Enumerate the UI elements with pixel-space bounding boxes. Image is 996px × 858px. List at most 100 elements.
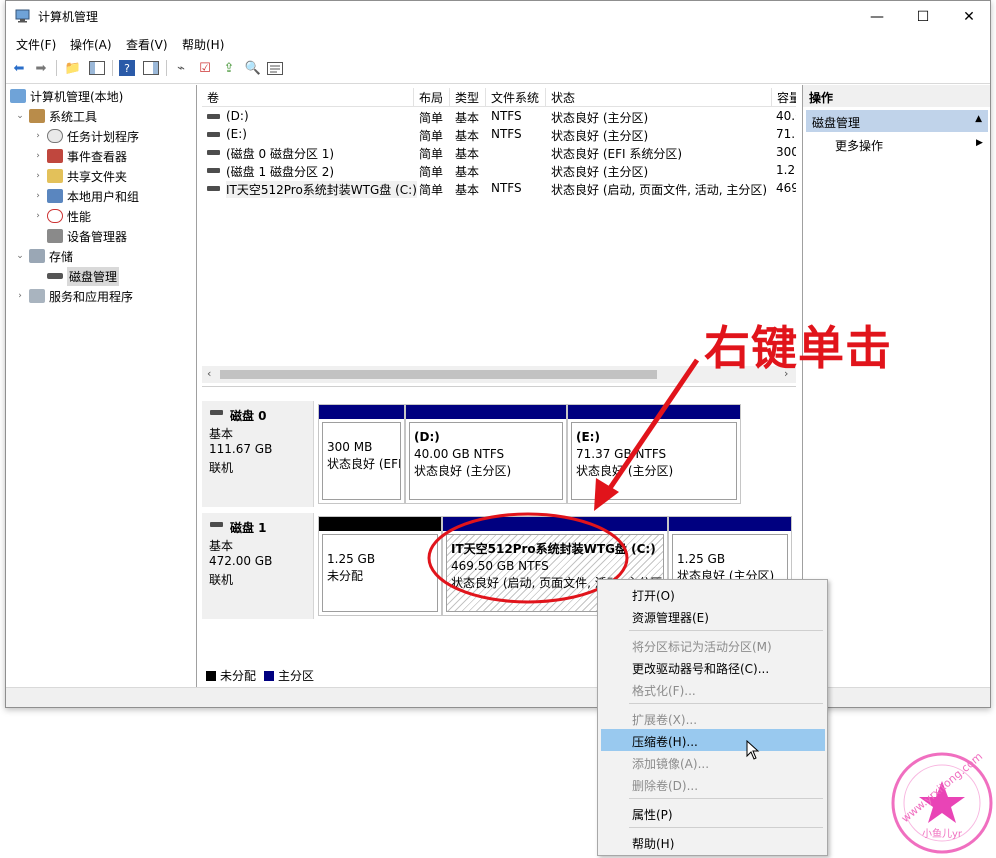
actions-section-disk-management[interactable]: 磁盘管理 ▲ bbox=[806, 110, 988, 132]
search-folder-icon[interactable]: 🔍 bbox=[244, 59, 262, 77]
ctx-add-mirror[interactable]: 添加镜像(A)... bbox=[601, 751, 825, 773]
ctx-extend-volume[interactable]: 扩展卷(X)... bbox=[601, 707, 825, 729]
status-bar bbox=[6, 687, 990, 707]
connect-drive-icon[interactable]: ⌁ bbox=[172, 59, 190, 77]
menu-view[interactable]: 查看(V) bbox=[126, 36, 168, 53]
ctx-format[interactable]: 格式化(F)... bbox=[601, 678, 825, 700]
menu-help[interactable]: 帮助(H) bbox=[182, 36, 224, 53]
partition-e[interactable]: (E:) 71.37 GB NTFS 状态良好 (主分区) bbox=[567, 404, 741, 504]
tree-item-event-viewer[interactable]: › 事件查看器 bbox=[32, 146, 127, 166]
check-icon[interactable]: ☑ bbox=[196, 59, 214, 77]
users-icon bbox=[47, 189, 63, 203]
column-header-layout[interactable]: 布局 bbox=[414, 88, 450, 107]
expand-chevron-icon[interactable]: › bbox=[32, 191, 44, 201]
legend-swatch-primary bbox=[264, 670, 275, 681]
properties-icon[interactable] bbox=[266, 59, 284, 77]
tree-item-task-scheduler[interactable]: › 任务计划程序 bbox=[32, 126, 139, 146]
expand-chevron-icon[interactable]: › bbox=[32, 131, 44, 141]
table-row[interactable]: IT天空512Pro系统封装WTG盘 (C:) 简单 基本 NTFS 状态良好 … bbox=[202, 180, 796, 198]
ctx-mark-active[interactable]: 将分区标记为活动分区(M) bbox=[601, 634, 825, 656]
actions-title: 操作 bbox=[803, 85, 990, 107]
legend-swatch-unallocated bbox=[206, 670, 216, 681]
ctx-delete-volume[interactable]: 删除卷(D)... bbox=[601, 773, 825, 795]
tree-item-shared-folders[interactable]: › 共享文件夹 bbox=[32, 166, 127, 186]
table-row[interactable]: (E:) 简单 基本 NTFS 状态良好 (主分区) 71.3 bbox=[202, 126, 796, 144]
forward-arrow-icon[interactable]: ➡ bbox=[32, 59, 50, 77]
navigation-tree: 计算机管理(本地) ⌄ 系统工具 › 任务计划程序 › 事件查看器 › 共享文件夹 › 本… bbox=[6, 85, 197, 687]
tree-item-device-manager[interactable]: 设备管理器 bbox=[44, 226, 127, 246]
show-hide-tree-icon[interactable] bbox=[88, 59, 106, 77]
menu-bar: 文件(F) 操作(A) 查看(V) 帮助(H) bbox=[6, 32, 990, 54]
show-hide-action-pane-icon[interactable] bbox=[142, 59, 160, 77]
partition-d[interactable]: (D:) 40.00 GB NTFS 状态良好 (主分区) bbox=[405, 404, 567, 504]
tree-item-services-apps[interactable]: › 服务和应用程序 bbox=[14, 286, 133, 306]
tree-item-system-tools[interactable]: ⌄ 系统工具 bbox=[14, 106, 97, 126]
ctx-shrink-volume[interactable]: 压缩卷(H)... bbox=[601, 729, 825, 751]
ctx-help[interactable]: 帮助(H) bbox=[601, 831, 825, 853]
partition-legend: 未分配 主分区 bbox=[206, 667, 314, 684]
storage-icon bbox=[29, 249, 45, 263]
ctx-open[interactable]: 打开(O) bbox=[601, 583, 825, 605]
drive-icon bbox=[207, 132, 220, 137]
menu-file[interactable]: 文件(F) bbox=[16, 36, 56, 53]
column-header-volume[interactable]: 卷 bbox=[202, 88, 414, 107]
drive-icon bbox=[207, 168, 220, 173]
table-row[interactable]: (D:) 简单 基本 NTFS 状态良好 (主分区) 40.0 bbox=[202, 108, 796, 126]
disk-1-label[interactable]: 磁盘 1 基本 472.00 GB 联机 bbox=[202, 513, 314, 619]
context-menu: 打开(O) 资源管理器(E) 将分区标记为活动分区(M) 更改驱动器号和路径(C… bbox=[597, 579, 828, 856]
up-folder-icon[interactable]: 📁 bbox=[64, 59, 82, 77]
expand-chevron-icon[interactable]: › bbox=[32, 171, 44, 181]
close-button[interactable]: ✕ bbox=[946, 1, 992, 32]
expand-chevron-icon[interactable]: › bbox=[14, 291, 26, 301]
drive-icon bbox=[207, 114, 220, 119]
actions-pane: 操作 磁盘管理 ▲ 更多操作 ▶ bbox=[802, 85, 990, 687]
toolbar: ⬅ ➡ 📁 ? ⌁ ☑ ⇪ 🔍 bbox=[6, 54, 990, 84]
mouse-cursor-icon bbox=[746, 740, 760, 760]
tree-item-storage[interactable]: ⌄ 存储 bbox=[14, 246, 73, 266]
collapse-up-icon[interactable]: ▲ bbox=[975, 114, 982, 124]
expand-chevron-icon[interactable]: › bbox=[32, 151, 44, 161]
disk-icon bbox=[210, 522, 223, 527]
performance-icon bbox=[47, 209, 63, 223]
maximize-button[interactable]: ☐ bbox=[900, 1, 946, 32]
disk-0-partitions: 300 MB 状态良好 (EFI (D:) 40.00 GB NTFS 状态良好… bbox=[318, 404, 794, 504]
table-row[interactable]: (磁盘 1 磁盘分区 2) 简单 基本 状态良好 (主分区) 1.25 bbox=[202, 162, 796, 180]
scrollbar-thumb[interactable] bbox=[220, 370, 657, 379]
ctx-change-drive-letter[interactable]: 更改驱动器号和路径(C)... bbox=[601, 656, 825, 678]
back-arrow-icon[interactable]: ⬅ bbox=[10, 59, 28, 77]
device-manager-icon bbox=[47, 229, 63, 243]
column-header-filesystem[interactable]: 文件系统 bbox=[486, 88, 546, 107]
scroll-left-icon[interactable]: ‹ bbox=[207, 367, 211, 380]
help-icon[interactable]: ? bbox=[118, 59, 136, 77]
minimize-button[interactable]: — bbox=[854, 1, 900, 32]
more-actions[interactable]: 更多操作 bbox=[835, 137, 883, 154]
column-header-status[interactable]: 状态 bbox=[546, 88, 772, 107]
tree-item-performance[interactable]: › 性能 bbox=[32, 206, 91, 226]
column-header-type[interactable]: 类型 bbox=[450, 88, 486, 107]
tree-item-disk-management[interactable]: 磁盘管理 bbox=[44, 266, 120, 286]
shared-folder-icon bbox=[47, 169, 63, 183]
column-header-capacity[interactable]: 容量 bbox=[772, 88, 796, 107]
tree-item-computer-management[interactable]: 计算机管理(本地) bbox=[8, 86, 123, 106]
drive-icon bbox=[207, 150, 220, 155]
clock-icon bbox=[47, 129, 63, 143]
ctx-explorer[interactable]: 资源管理器(E) bbox=[601, 605, 825, 627]
services-icon bbox=[29, 289, 45, 303]
tools-icon bbox=[29, 109, 45, 123]
event-viewer-icon bbox=[47, 149, 63, 163]
table-row[interactable]: (磁盘 0 磁盘分区 1) 简单 基本 状态良好 (EFI 系统分区) 300 bbox=[202, 144, 796, 162]
up-arrow-folder-icon[interactable]: ⇪ bbox=[220, 59, 238, 77]
partition-efi[interactable]: 300 MB 状态良好 (EFI bbox=[318, 404, 405, 504]
collapse-chevron-icon[interactable]: ⌄ bbox=[14, 111, 26, 121]
ctx-properties[interactable]: 属性(P) bbox=[601, 802, 825, 824]
watermark-logo: www.yrxitong.com 小鱼儿yr bbox=[890, 750, 994, 855]
partition-unallocated[interactable]: 1.25 GB 未分配 bbox=[318, 516, 442, 616]
annotation-right-click-label: 右键单击 bbox=[704, 321, 892, 375]
collapse-chevron-icon[interactable]: ⌄ bbox=[14, 251, 26, 261]
window-title: 计算机管理 bbox=[38, 10, 99, 24]
menu-action[interactable]: 操作(A) bbox=[70, 36, 112, 53]
disk-0-label[interactable]: 磁盘 0 基本 111.67 GB 联机 bbox=[202, 401, 314, 507]
tree-item-local-users[interactable]: › 本地用户和组 bbox=[32, 186, 139, 206]
expand-chevron-icon[interactable]: › bbox=[32, 211, 44, 221]
submenu-arrow-icon[interactable]: ▶ bbox=[976, 138, 983, 148]
